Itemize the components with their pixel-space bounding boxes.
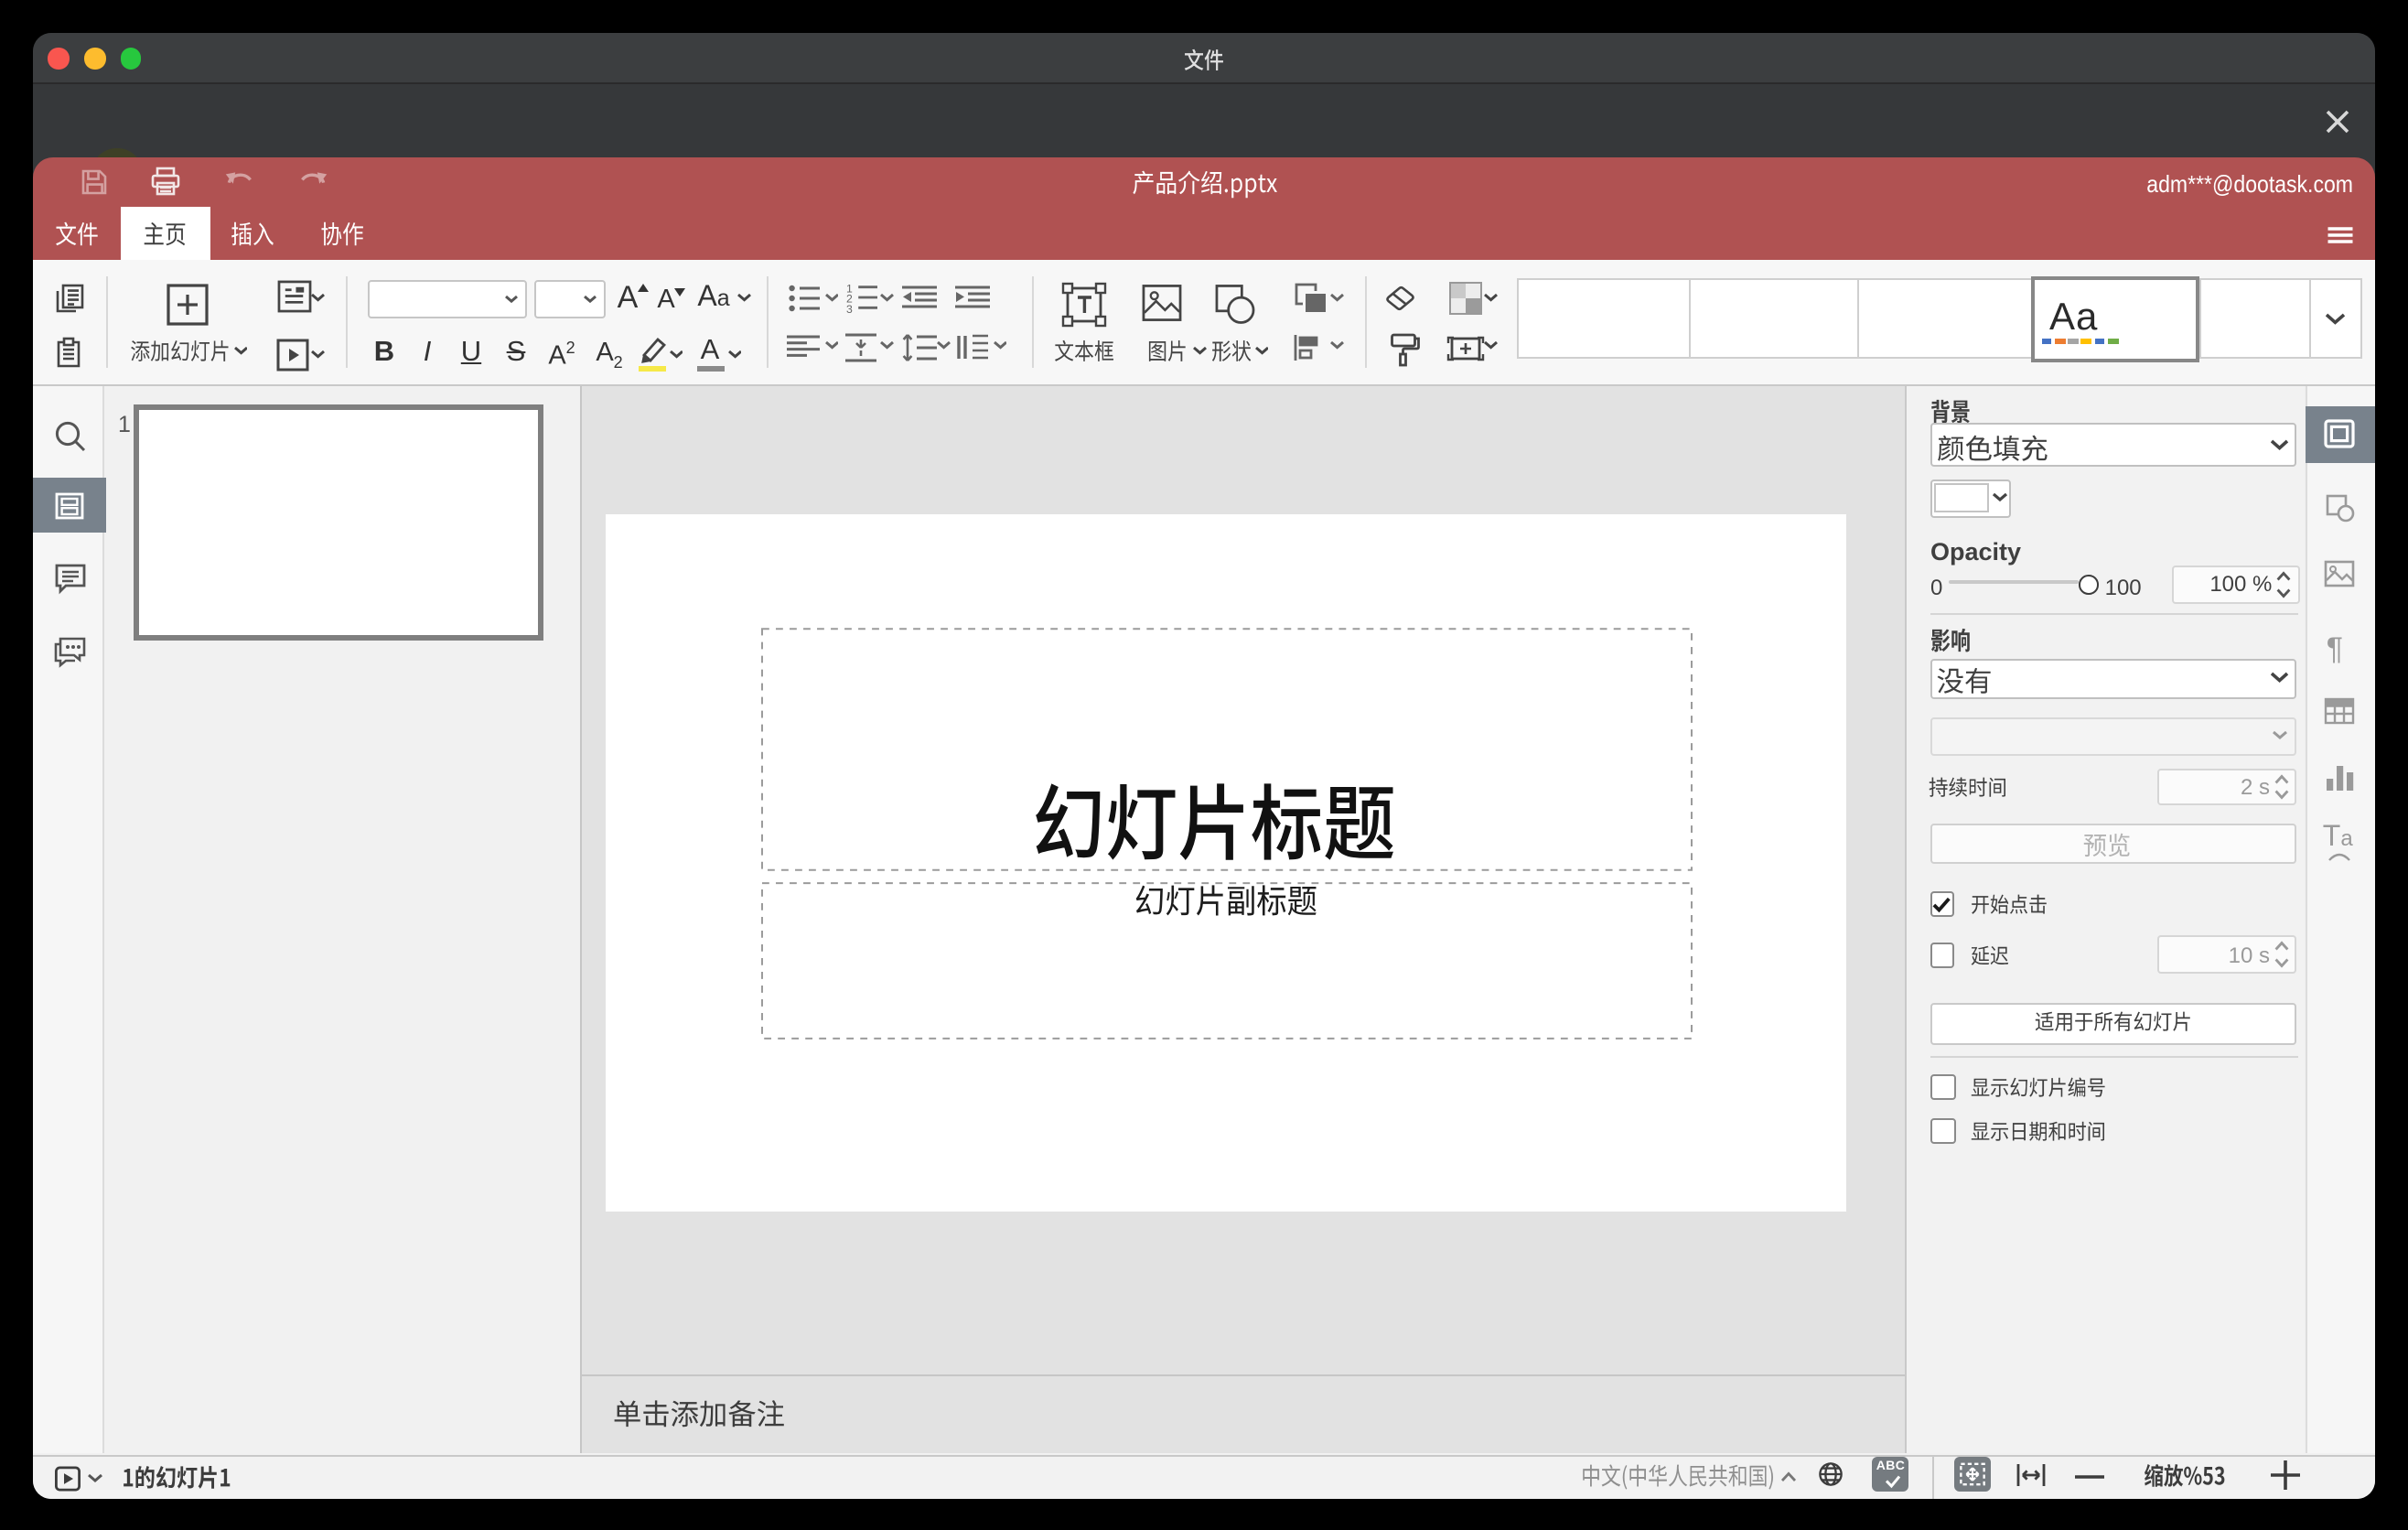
svg-text:3: 3 bbox=[846, 303, 853, 316]
